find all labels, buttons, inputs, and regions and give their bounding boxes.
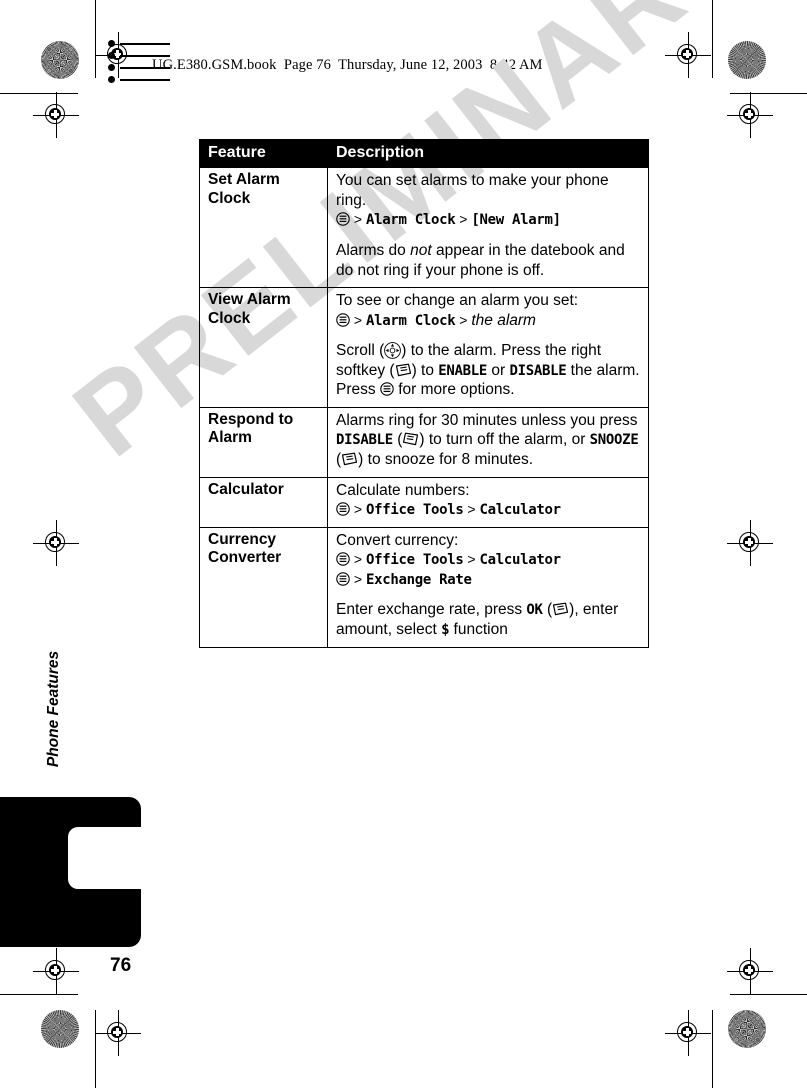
color-rosette-top-left bbox=[41, 41, 79, 79]
menu-icon bbox=[336, 572, 350, 586]
table-row: Set Alarm Clock You can set alarms to mak… bbox=[199, 167, 649, 289]
chapter-thumb-tab-notch bbox=[68, 827, 148, 889]
left-softkey-icon bbox=[402, 432, 419, 446]
color-rosette-bottom-left bbox=[41, 1010, 79, 1048]
color-rosette-top-right bbox=[728, 41, 766, 79]
description-paragraph: Convert currency: > Office Tools > Calcu… bbox=[336, 531, 561, 588]
description-paragraph: Alarms ring for 30 minutes unless you pr… bbox=[336, 411, 639, 469]
description-paragraph: Scroll () to the alarm. Press the right … bbox=[336, 342, 640, 399]
menu-separator: > bbox=[463, 501, 480, 518]
description-paragraph: You can set alarms to make your phone ri… bbox=[336, 172, 609, 229]
feature-table-head: Feature Description bbox=[199, 138, 649, 169]
menu-separator: > bbox=[350, 570, 366, 587]
phone-display-text: Office Tools bbox=[365, 502, 464, 519]
description-paragraph: To see or change an alarm you set: > Ala… bbox=[336, 292, 579, 329]
table-row: Currency Converter Convert currency: > Of… bbox=[199, 526, 649, 648]
description-paragraph: Calculate numbers: > Office Tools > Calc… bbox=[336, 481, 561, 519]
phone-display-text: Calculator bbox=[479, 502, 561, 519]
table-header-row: Feature Description bbox=[199, 138, 649, 169]
list-lines-icon bbox=[108, 40, 170, 84]
emphasis-text: not bbox=[410, 242, 432, 260]
table-row: View Alarm Clock To see or change an alar… bbox=[199, 287, 649, 408]
feature-name-cell: View Alarm Clock bbox=[199, 287, 328, 408]
phone-display-text: Exchange Rate bbox=[365, 571, 472, 588]
menu-separator: > bbox=[350, 211, 366, 228]
feature-name-cell: Set Alarm Clock bbox=[199, 167, 328, 289]
table-row: Respond to Alarm Alarms ring for 30 minut… bbox=[199, 406, 649, 478]
registration-mark-left-upper bbox=[33, 92, 79, 138]
feature-description-cell: Calculate numbers: > Office Tools > Calc… bbox=[327, 476, 649, 528]
feature-table-wrapper: Feature Description Set Alarm Clock You c… bbox=[199, 138, 649, 648]
right-softkey-icon bbox=[341, 452, 358, 466]
crop-line-bottom-right-v bbox=[712, 1010, 713, 1088]
feature-description-cell: To see or change an alarm you set: > Ala… bbox=[327, 287, 649, 408]
phone-display-text: $ bbox=[441, 622, 450, 639]
registration-mark-bottom-left bbox=[95, 1010, 141, 1056]
feature-description-cell: Convert currency: > Office Tools > Calcu… bbox=[327, 526, 649, 648]
crop-line-top-right-v bbox=[712, 0, 713, 78]
emphasis-text: the alarm bbox=[471, 311, 536, 329]
phone-display-text: Office Tools bbox=[365, 552, 464, 569]
file-header-text: UG.E380.GSM.book Page 76 Thursday, June … bbox=[152, 57, 543, 73]
phone-display-text: Alarm Clock bbox=[365, 312, 456, 329]
registration-mark-right-lower bbox=[727, 948, 773, 994]
menu-separator: > bbox=[463, 551, 480, 568]
registration-mark-left-lower bbox=[33, 948, 79, 994]
chapter-side-label: Phone Features bbox=[45, 650, 62, 768]
phone-display-text: OK bbox=[526, 602, 543, 619]
feature-name-cell: Currency Converter bbox=[199, 526, 328, 648]
crop-line-bottom-right-h bbox=[730, 994, 807, 995]
feature-description-cell: You can set alarms to make your phone ri… bbox=[327, 167, 649, 289]
menu-icon bbox=[336, 502, 350, 516]
menu-icon bbox=[336, 212, 350, 227]
color-rosette-bottom-right bbox=[728, 1010, 766, 1048]
menu-separator: > bbox=[350, 501, 366, 518]
phone-display-text: DISABLE bbox=[509, 362, 567, 379]
registration-mark-right-upper bbox=[727, 92, 773, 138]
phone-display-text: Calculator bbox=[479, 552, 561, 569]
description-paragraph: Alarms do not appear in the datebook and… bbox=[336, 242, 625, 279]
menu-icon bbox=[336, 552, 350, 566]
menu-separator: > bbox=[455, 311, 472, 328]
registration-mark-left-middle bbox=[33, 520, 79, 566]
column-header-description: Description bbox=[327, 138, 649, 169]
menu-separator: > bbox=[455, 211, 472, 228]
menu-separator: > bbox=[350, 311, 366, 328]
chapter-thumb-tab bbox=[0, 797, 148, 947]
menu-icon bbox=[336, 312, 350, 327]
table-row: Calculator Calculate numbers: > Office To… bbox=[199, 476, 649, 528]
registration-mark-top-right bbox=[665, 32, 711, 78]
feature-table-body: Set Alarm Clock You can set alarms to mak… bbox=[199, 167, 649, 648]
phone-display-text: DISABLE bbox=[336, 432, 393, 449]
phone-display-text: SNOOZE bbox=[589, 432, 639, 449]
right-softkey-icon bbox=[552, 602, 569, 616]
right-softkey-icon bbox=[395, 363, 412, 377]
feature-description-cell: Alarms ring for 30 minutes unless you pr… bbox=[327, 406, 649, 478]
phone-display-text: [New Alarm] bbox=[471, 212, 561, 229]
feature-name-cell: Respond to Alarm bbox=[199, 406, 328, 478]
nav-pad-icon bbox=[384, 342, 402, 360]
page-number: 76 bbox=[110, 955, 132, 976]
feature-name-cell: Calculator bbox=[199, 476, 328, 528]
registration-mark-bottom-right bbox=[665, 1010, 711, 1056]
column-header-feature: Feature bbox=[199, 138, 328, 169]
feature-table: Feature Description Set Alarm Clock You c… bbox=[199, 138, 649, 648]
description-paragraph: Enter exchange rate, press OK (), enter … bbox=[336, 601, 619, 639]
menu-separator: > bbox=[350, 551, 366, 568]
crop-line-bottom-left-h bbox=[0, 994, 78, 995]
printed-page: UG.E380.GSM.book Page 76 Thursday, June … bbox=[0, 0, 807, 1088]
registration-mark-right-middle bbox=[727, 520, 773, 566]
phone-display-text: ENABLE bbox=[438, 362, 488, 379]
menu-icon bbox=[380, 382, 394, 397]
phone-display-text: Alarm Clock bbox=[365, 212, 456, 229]
